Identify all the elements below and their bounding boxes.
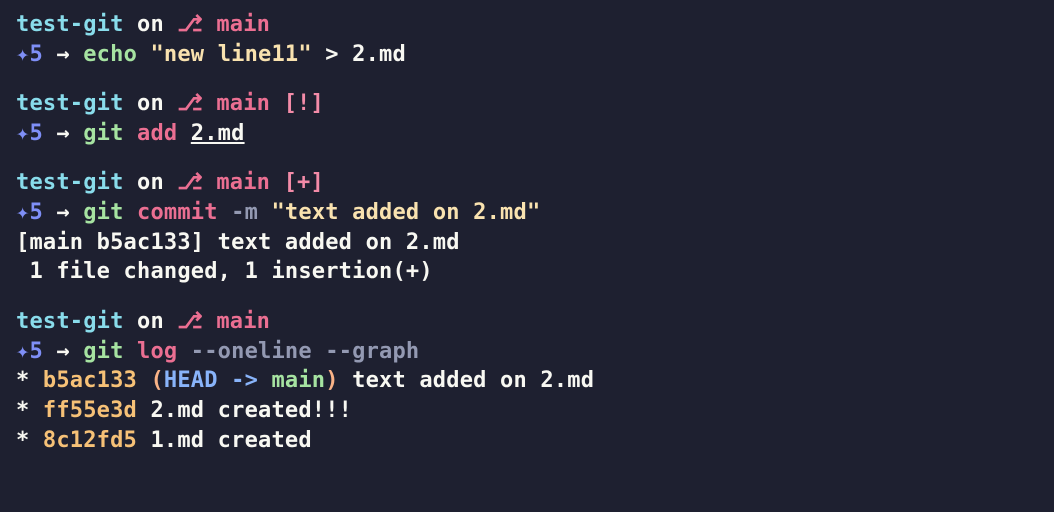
prompt-on: on bbox=[124, 309, 178, 334]
flags: --oneline --graph bbox=[191, 339, 420, 364]
paren-close: ) bbox=[325, 368, 352, 393]
subcmd: commit bbox=[137, 200, 231, 225]
cmd: echo bbox=[83, 42, 150, 67]
lead-glyph: ✦5 bbox=[16, 339, 43, 364]
prompt-dir: test-git bbox=[16, 91, 124, 116]
command-line: ✦5 → git log --oneline --graph bbox=[16, 337, 1038, 367]
cmd: git bbox=[83, 121, 137, 146]
prompt-arrow: → bbox=[43, 121, 83, 146]
prompt-on: on bbox=[124, 12, 178, 37]
commit-subject: text added on 2.md bbox=[352, 368, 594, 393]
redirect: > bbox=[312, 42, 352, 67]
branch-icon: ⎇ bbox=[177, 12, 203, 37]
prompt-arrow: → bbox=[43, 42, 83, 67]
commit-subject: 1.md created bbox=[150, 428, 311, 453]
lead-glyph: ✦5 bbox=[16, 200, 43, 225]
prompt-dir: test-git bbox=[16, 309, 124, 334]
filename: 2.md bbox=[191, 121, 245, 146]
prompt-dir: test-git bbox=[16, 12, 124, 37]
paren-open: ( bbox=[150, 368, 163, 393]
commit-subject: 2.md created!!! bbox=[150, 398, 352, 423]
prompt-on: on bbox=[124, 91, 178, 116]
head-ref: HEAD -> bbox=[164, 368, 272, 393]
filename: 2.md bbox=[352, 42, 406, 67]
prompt-line: test-git on ⎇ main [!] bbox=[16, 89, 1038, 119]
prompt-arrow: → bbox=[43, 339, 83, 364]
command-line: ✦5 → echo "new line11" > 2.md bbox=[16, 40, 1038, 70]
lead-glyph: ✦5 bbox=[16, 121, 43, 146]
subcmd: log bbox=[137, 339, 191, 364]
string-arg: "new line11" bbox=[150, 42, 311, 67]
prompt-branch: main bbox=[203, 12, 270, 37]
commit-hash: 8c12fd5 bbox=[43, 428, 151, 453]
graph-star: * bbox=[16, 398, 43, 423]
prompt-line: test-git on ⎇ main [+] bbox=[16, 168, 1038, 198]
branch-ref: main bbox=[271, 368, 325, 393]
git-status-staged: [+] bbox=[270, 170, 324, 195]
git-status-dirty: [!] bbox=[270, 91, 324, 116]
branch-icon: ⎇ bbox=[177, 309, 203, 334]
log-row: * b5ac133 (HEAD -> main) text added on 2… bbox=[16, 366, 1038, 396]
prompt-on: on bbox=[124, 170, 178, 195]
command-line: ✦5 → git commit -m "text added on 2.md" bbox=[16, 198, 1038, 228]
prompt-branch: main bbox=[203, 309, 270, 334]
commit-msg: "text added on 2.md" bbox=[271, 200, 540, 225]
log-row: * ff55e3d 2.md created!!! bbox=[16, 396, 1038, 426]
cmd: git bbox=[83, 339, 137, 364]
subcmd: add bbox=[137, 121, 191, 146]
terminal[interactable]: test-git on ⎇ main ✦5 → echo "new line11… bbox=[16, 10, 1038, 455]
commit-hash: ff55e3d bbox=[43, 398, 151, 423]
prompt-line: test-git on ⎇ main bbox=[16, 10, 1038, 40]
prompt-branch: main bbox=[203, 170, 270, 195]
output-line: 1 file changed, 1 insertion(+) bbox=[16, 257, 1038, 287]
prompt-line: test-git on ⎇ main bbox=[16, 307, 1038, 337]
flag: -m bbox=[231, 200, 271, 225]
command-line: ✦5 → git add 2.md bbox=[16, 119, 1038, 149]
lead-glyph: ✦5 bbox=[16, 42, 43, 67]
commit-hash: b5ac133 bbox=[43, 368, 151, 393]
prompt-arrow: → bbox=[43, 200, 83, 225]
cmd: git bbox=[83, 200, 137, 225]
branch-icon: ⎇ bbox=[177, 170, 203, 195]
branch-icon: ⎇ bbox=[177, 91, 203, 116]
graph-star: * bbox=[16, 428, 43, 453]
output-line: [main b5ac133] text added on 2.md bbox=[16, 228, 1038, 258]
log-row: * 8c12fd5 1.md created bbox=[16, 426, 1038, 456]
prompt-dir: test-git bbox=[16, 170, 124, 195]
prompt-branch: main bbox=[203, 91, 270, 116]
graph-star: * bbox=[16, 368, 43, 393]
